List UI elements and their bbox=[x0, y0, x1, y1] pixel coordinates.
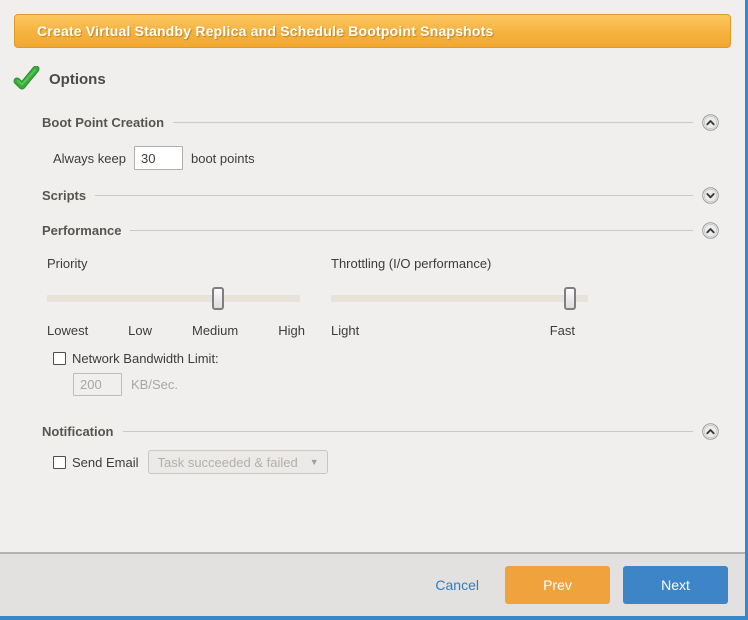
send-email-checkbox[interactable] bbox=[53, 456, 66, 469]
send-email-row: Send Email Task succeeded & failed ▼ bbox=[53, 450, 719, 474]
throttling-tick-labels: Light Fast bbox=[331, 323, 588, 338]
section-header-notification: Notification bbox=[42, 423, 719, 440]
performance-sliders-row: Priority Lowest Low Medium High Throttli… bbox=[47, 256, 719, 338]
wizard-title-banner: Create Virtual Standby Replica and Sched… bbox=[14, 14, 731, 48]
priority-tick-labels: Lowest Low Medium High bbox=[47, 323, 305, 338]
section-divider-line bbox=[95, 195, 693, 196]
priority-tick-high: High bbox=[278, 323, 305, 338]
bandwidth-value-row: KB/Sec. bbox=[73, 373, 719, 396]
section-header-scripts: Scripts bbox=[42, 187, 719, 204]
boot-points-row: Always keep boot points bbox=[53, 146, 719, 170]
dropdown-arrow-icon: ▼ bbox=[310, 457, 319, 467]
section-title-performance: Performance bbox=[42, 223, 121, 238]
bandwidth-unit-label: KB/Sec. bbox=[131, 377, 178, 392]
wizard-footer: Cancel Prev Next bbox=[0, 552, 745, 616]
priority-tick-low: Low bbox=[128, 323, 152, 338]
step-heading: Options bbox=[49, 71, 106, 88]
priority-label: Priority bbox=[47, 256, 331, 271]
expand-scripts-button[interactable] bbox=[702, 187, 719, 204]
priority-tick-medium: Medium bbox=[192, 323, 238, 338]
prev-button[interactable]: Prev bbox=[505, 566, 610, 604]
throttling-column: Throttling (I/O performance) Light Fast bbox=[331, 256, 631, 338]
section-divider-line bbox=[130, 230, 693, 231]
network-bandwidth-row: Network Bandwidth Limit: bbox=[53, 351, 719, 366]
chevron-up-icon bbox=[702, 423, 719, 440]
chevron-up-icon bbox=[702, 114, 719, 131]
bandwidth-value-input bbox=[73, 373, 122, 396]
priority-column: Priority Lowest Low Medium High bbox=[47, 256, 331, 338]
create-virtual-standby-dialog: Create Virtual Standby Replica and Sched… bbox=[0, 0, 748, 620]
collapse-boot-point-button[interactable] bbox=[702, 114, 719, 131]
priority-slider bbox=[47, 287, 331, 310]
section-title-notification: Notification bbox=[42, 424, 114, 439]
priority-tick-lowest: Lowest bbox=[47, 323, 88, 338]
section-title-scripts: Scripts bbox=[42, 188, 86, 203]
network-bandwidth-label: Network Bandwidth Limit: bbox=[72, 351, 219, 366]
section-header-performance: Performance bbox=[42, 222, 719, 239]
section-divider-line bbox=[123, 431, 694, 432]
collapse-notification-button[interactable] bbox=[702, 423, 719, 440]
next-button[interactable]: Next bbox=[623, 566, 728, 604]
network-bandwidth-checkbox[interactable] bbox=[53, 352, 66, 365]
priority-slider-handle[interactable] bbox=[212, 287, 224, 310]
priority-slider-track[interactable] bbox=[47, 295, 300, 302]
chevron-down-icon bbox=[702, 187, 719, 204]
options-sections: Boot Point Creation Always keep boot poi… bbox=[42, 114, 719, 474]
section-title-boot-point-creation: Boot Point Creation bbox=[42, 115, 164, 130]
collapse-performance-button[interactable] bbox=[702, 222, 719, 239]
email-trigger-dropdown: Task succeeded & failed ▼ bbox=[148, 450, 327, 474]
always-keep-label: Always keep bbox=[53, 151, 126, 166]
throttling-slider-track[interactable] bbox=[331, 295, 588, 302]
dialog-title: Create Virtual Standby Replica and Sched… bbox=[37, 23, 494, 39]
boot-points-label: boot points bbox=[191, 151, 255, 166]
cancel-button[interactable]: Cancel bbox=[435, 577, 479, 593]
section-divider-line bbox=[173, 122, 693, 123]
throttling-slider bbox=[331, 287, 631, 310]
green-check-icon bbox=[13, 66, 40, 93]
chevron-up-icon bbox=[702, 222, 719, 239]
boot-points-input[interactable] bbox=[134, 146, 183, 170]
send-email-label: Send Email bbox=[72, 455, 138, 470]
throttling-tick-light: Light bbox=[331, 323, 359, 338]
email-trigger-value: Task succeeded & failed bbox=[157, 455, 297, 470]
step-heading-row: Options bbox=[13, 65, 745, 93]
throttling-slider-handle[interactable] bbox=[564, 287, 576, 310]
throttling-label: Throttling (I/O performance) bbox=[331, 256, 631, 271]
throttling-tick-fast: Fast bbox=[550, 323, 575, 338]
section-header-boot-point-creation: Boot Point Creation bbox=[42, 114, 719, 131]
